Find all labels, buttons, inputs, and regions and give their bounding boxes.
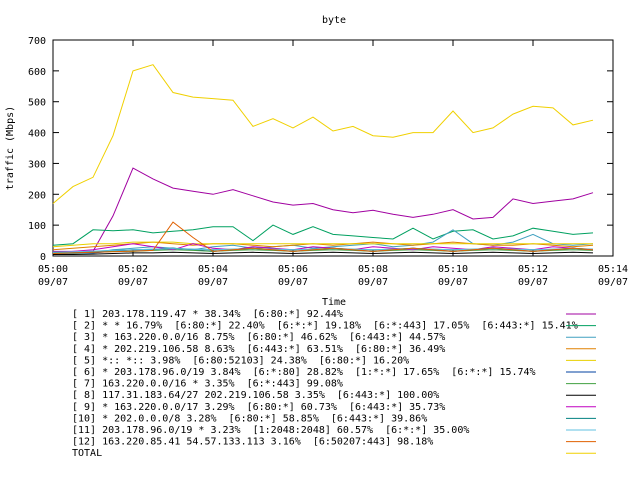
y-tick-label: 300 — [28, 159, 46, 170]
x-axis-label: Time — [322, 297, 346, 308]
x-tick-label-time: 05:08 — [358, 264, 388, 275]
x-tick-label-time: 05:10 — [438, 264, 468, 275]
x-tick-label-time: 05:04 — [198, 264, 228, 275]
y-axis-label: traffic (Mbps) — [5, 106, 16, 190]
legend-label: [10] * 202.0.0.0/8 3.28% [6:80:*] 58.85%… — [72, 413, 427, 424]
legend-label: [ 6] * 203.178.96.0/19 3.84% [6:*:80] 28… — [72, 367, 536, 378]
x-tick-label-time: 05:00 — [38, 264, 68, 275]
chart-title: byte — [322, 15, 346, 26]
x-tick-label-time: 05:02 — [118, 264, 148, 275]
legend-label: [12] 163.220.85.41 54.57.133.113 3.16% [… — [72, 437, 433, 448]
legend-label: [ 1] 203.178.119.47 * 38.34% [6:80:*] 92… — [72, 309, 343, 320]
y-tick-label: 500 — [28, 98, 46, 109]
x-tick-label-time: 05:12 — [518, 264, 548, 275]
x-tick-label-date: 09/07 — [38, 277, 68, 288]
legend-label: [ 7] 163.220.0.0/16 * 3.35% [6:*:443] 99… — [72, 379, 343, 390]
x-tick-label-date: 09/07 — [118, 277, 148, 288]
legend-label: [ 8] 117.31.183.64/27 202.219.106.58 3.3… — [72, 390, 439, 401]
series-line-13 — [52, 64, 594, 204]
x-tick-label-date: 09/07 — [598, 277, 628, 288]
legend-label: [11] 203.178.96.0/19 * 3.23% [1:2048:204… — [72, 425, 469, 436]
x-tick-label-date: 09/07 — [518, 277, 548, 288]
legend-label: [ 2] * * 16.79% [6:80:*] 22.40% [6:*:*] … — [72, 321, 578, 332]
x-tick-label-time: 05:14 — [598, 264, 628, 275]
x-tick-label-date: 09/07 — [358, 277, 388, 288]
series-lines — [52, 64, 594, 255]
y-tick-label: 100 — [28, 221, 46, 232]
x-tick-label-date: 09/07 — [198, 277, 228, 288]
y-axis: 0 100 200 300 400 500 600 700 — [28, 36, 613, 263]
series-line-1 — [53, 167, 594, 252]
legend: [ 1] 203.178.119.47 * 38.34% [6:80:*] 92… — [72, 309, 596, 459]
plot-frame — [52, 39, 614, 257]
legend-label: TOTAL — [72, 448, 102, 459]
y-tick-label: 400 — [28, 129, 46, 140]
y-tick-label: 200 — [28, 190, 46, 201]
legend-label: [ 3] * 163.220.0.0/16 8.75% [6:80:*] 46.… — [72, 332, 445, 343]
legend-label: [ 5] *:: *:: 3.98% [6:80:52103] 24.38% [… — [72, 355, 409, 366]
series-line-8 — [53, 251, 594, 255]
x-tick-label-time: 05:06 — [278, 264, 308, 275]
x-tick-label-date: 09/07 — [438, 277, 468, 288]
y-tick-label: 700 — [28, 36, 46, 47]
y-tick-label: 600 — [28, 67, 46, 78]
x-tick-label-date: 09/07 — [278, 277, 308, 288]
legend-label: [ 4] * 202.219.106.58 8.63% [6:443:*] 63… — [72, 344, 445, 355]
chart: byte traffic (Mbps) Time 0 100 200 300 400 50… — [5, 15, 628, 459]
y-tick-label: 0 — [40, 252, 46, 263]
legend-label: [ 9] * 163.220.0.0/17 3.29% [6:80:*] 60.… — [72, 402, 445, 413]
